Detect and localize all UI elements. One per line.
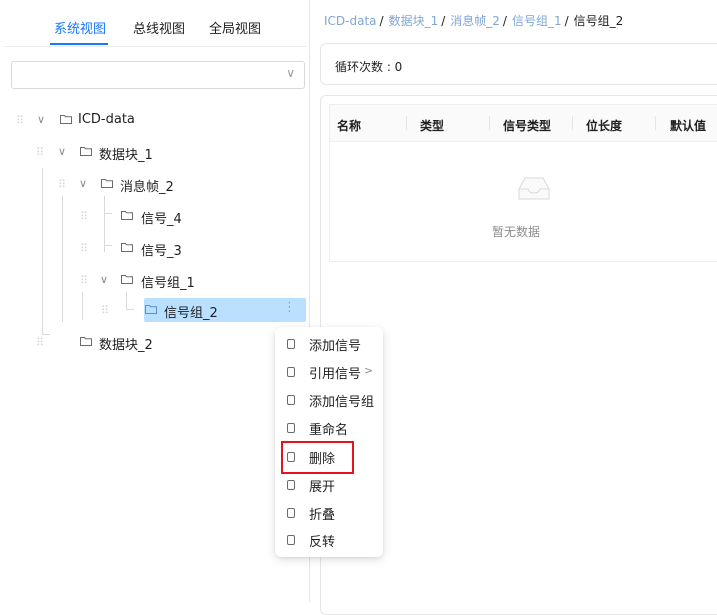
menu-item-label: 添加信号 bbox=[309, 339, 362, 354]
copy-icon bbox=[287, 395, 295, 405]
tree-node-label: 数据块_1 bbox=[99, 148, 153, 163]
folder-icon bbox=[80, 147, 92, 156]
tree-node-label: 信号组_1 bbox=[141, 276, 195, 291]
menu-item-label: 重命名 bbox=[309, 423, 349, 438]
view-tabs: 系统视图 总线视图 全局视图 bbox=[4, 0, 306, 47]
copy-icon bbox=[287, 339, 295, 349]
menu-item-add-signal[interactable]: 添加信号 bbox=[275, 331, 383, 359]
tab-active-indicator bbox=[50, 43, 108, 45]
breadcrumb-separator: / bbox=[379, 14, 384, 28]
chevron-down-icon[interactable]: ∨ bbox=[100, 273, 108, 286]
tree-node-label: 消息帧_2 bbox=[120, 180, 174, 195]
tab-global-view[interactable]: 全局视图 bbox=[209, 18, 261, 37]
tree-node-label: 数据块_2 bbox=[99, 338, 153, 353]
tree-node-signal-4[interactable]: ⠿ 信号_4 bbox=[4, 204, 304, 232]
drag-handle-icon[interactable]: ⠿ bbox=[80, 210, 88, 223]
drag-handle-icon[interactable]: ⠿ bbox=[36, 336, 44, 349]
chevron-down-icon: ∨ bbox=[286, 66, 295, 80]
breadcrumb-item[interactable]: ICD-data bbox=[324, 14, 377, 28]
tab-bus-view[interactable]: 总线视图 bbox=[133, 18, 185, 37]
tree-node-icd-data[interactable]: ⠿ ∨ ICD-data bbox=[4, 108, 304, 136]
column-divider bbox=[655, 116, 656, 130]
menu-item-label: 引用信号 bbox=[309, 367, 362, 382]
tree-node-label: 信号组_2 bbox=[164, 306, 218, 321]
breadcrumb-separator: / bbox=[564, 14, 569, 28]
menu-item-label: 添加信号组 bbox=[309, 395, 375, 410]
column-divider bbox=[406, 116, 407, 130]
folder-icon bbox=[80, 337, 92, 346]
breadcrumb-item[interactable]: 信号组_1 bbox=[512, 14, 562, 28]
drag-handle-icon[interactable]: ⠿ bbox=[16, 114, 24, 127]
empty-inbox-icon bbox=[518, 177, 550, 200]
breadcrumb-item[interactable]: 数据块_1 bbox=[389, 14, 439, 28]
breadcrumb-separator: / bbox=[502, 14, 507, 28]
copy-icon bbox=[287, 423, 295, 433]
copy-icon bbox=[287, 480, 295, 490]
filter-select[interactable]: ∨ bbox=[11, 61, 305, 89]
tab-system-view[interactable]: 系统视图 bbox=[54, 18, 106, 37]
left-panel: 系统视图 总线视图 全局视图 ∨ ⠿ ∨ ICD-data ⠿ ∨ 数据块_1 … bbox=[4, 0, 310, 602]
tree-node-label: 信号_3 bbox=[141, 244, 182, 259]
folder-icon bbox=[60, 115, 72, 124]
empty-text: 暂无数据 bbox=[491, 225, 540, 239]
tree-node-label: ICD-data bbox=[78, 112, 135, 127]
menu-item-label: 折叠 bbox=[309, 508, 336, 523]
menu-item-label: 展开 bbox=[309, 480, 336, 495]
signal-table: 名称 类型 信号类型 位长度 默认值 暂无数据 bbox=[329, 104, 717, 262]
column-header-bit-length[interactable]: 位长度 bbox=[586, 117, 622, 134]
column-header-name[interactable]: 名称 bbox=[337, 117, 361, 134]
breadcrumb-item[interactable]: 消息帧_2 bbox=[450, 14, 500, 28]
menu-item-reverse[interactable]: 反转 bbox=[275, 527, 383, 555]
table-header: 名称 类型 信号类型 位长度 默认值 bbox=[330, 105, 717, 142]
column-header-type[interactable]: 类型 bbox=[420, 117, 444, 134]
column-header-signal-type[interactable]: 信号类型 bbox=[503, 117, 551, 134]
tree-node-data-block-1[interactable]: ⠿ ∨ 数据块_1 bbox=[4, 140, 304, 168]
tree-node-signal-group-1[interactable]: ⠿ ∨ 信号组_1 bbox=[4, 268, 304, 296]
menu-item-label: 反转 bbox=[309, 535, 336, 550]
folder-icon bbox=[121, 243, 133, 252]
column-divider bbox=[489, 116, 490, 130]
chevron-down-icon[interactable]: ∨ bbox=[79, 177, 87, 190]
more-options-icon[interactable]: ⋮ bbox=[283, 300, 296, 315]
folder-icon bbox=[121, 275, 133, 284]
drag-handle-icon[interactable]: ⠿ bbox=[36, 146, 44, 159]
loop-count-card: 循环次数 : 0 bbox=[320, 43, 717, 85]
chevron-down-icon[interactable]: ∨ bbox=[58, 145, 66, 158]
loop-count-label: 循环次数 : 0 bbox=[335, 60, 403, 74]
folder-icon bbox=[121, 211, 133, 220]
menu-item-expand[interactable]: 展开 bbox=[275, 472, 383, 500]
chevron-down-icon[interactable]: ∨ bbox=[37, 113, 45, 126]
menu-item-rename[interactable]: 重命名 bbox=[275, 415, 383, 443]
submenu-arrow-icon: > bbox=[364, 364, 374, 377]
drag-handle-icon[interactable]: ⠿ bbox=[58, 178, 66, 191]
breadcrumb-current: 信号组_2 bbox=[573, 14, 624, 28]
column-header-default[interactable]: 默认值 bbox=[670, 117, 706, 134]
copy-icon bbox=[287, 535, 295, 545]
breadcrumb-separator: / bbox=[441, 14, 446, 28]
copy-icon bbox=[287, 508, 295, 518]
copy-icon bbox=[287, 367, 295, 377]
menu-item-add-signal-group[interactable]: 添加信号组 bbox=[275, 387, 383, 415]
delete-highlight-box bbox=[281, 441, 354, 474]
breadcrumb: ICD-data / 数据块_1/消息帧_2/信号组_1/信号组_2 bbox=[324, 12, 623, 29]
menu-item-collapse[interactable]: 折叠 bbox=[275, 500, 383, 528]
folder-icon bbox=[101, 179, 113, 188]
folder-icon bbox=[145, 305, 157, 314]
column-divider bbox=[572, 116, 573, 130]
drag-handle-icon[interactable]: ⠿ bbox=[80, 274, 88, 287]
tree-node-signal-3[interactable]: ⠿ 信号_3 bbox=[4, 236, 304, 264]
tree-node-signal-group-2[interactable]: ⠿ 信号组_2 bbox=[4, 298, 304, 326]
drag-handle-icon[interactable]: ⠿ bbox=[101, 304, 109, 317]
tree-node-data-block-2[interactable]: ⠿ 数据块_2 bbox=[4, 330, 304, 358]
menu-item-reference-signal[interactable]: 引用信号 > bbox=[275, 359, 383, 387]
drag-handle-icon[interactable]: ⠿ bbox=[80, 242, 88, 255]
tree-node-message-frame-2[interactable]: ⠿ ∨ 消息帧_2 bbox=[4, 172, 304, 200]
tree-node-label: 信号_4 bbox=[141, 212, 182, 227]
